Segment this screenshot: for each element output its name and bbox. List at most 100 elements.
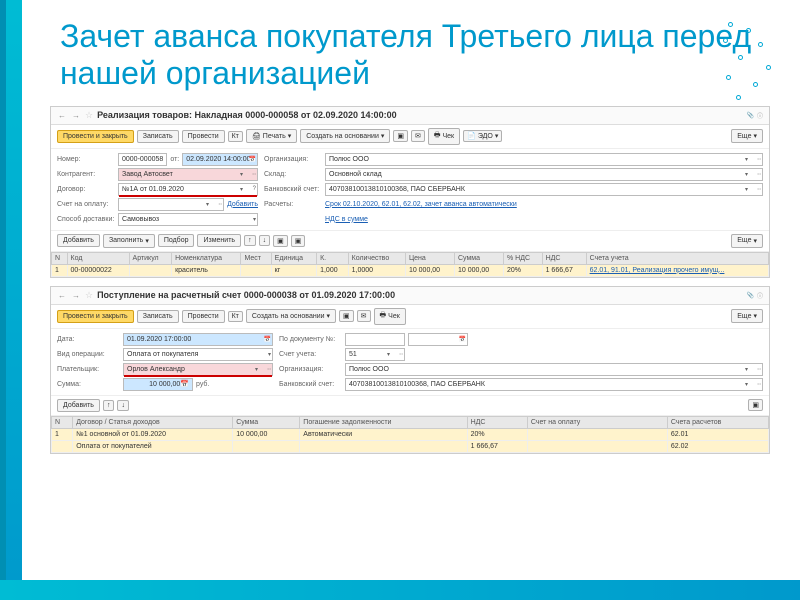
col-k[interactable]: К. [317,252,349,264]
date-input[interactable]: 02.09.2020 14:00:00📅 [182,153,258,166]
help-icon[interactable]: ⓘ [757,111,763,120]
col2-accounts[interactable]: Счета расчетов [667,416,768,428]
grid-down-button[interactable]: ↓ [259,235,271,246]
col-price[interactable]: Цена [405,252,454,264]
nav-fwd-icon-2[interactable]: → [71,290,81,300]
star-icon[interactable]: ☆ [85,110,93,121]
calendar-icon[interactable]: 📅 [249,156,256,163]
contragent-input[interactable]: Завод Автосвет▾⋅⋅ [118,168,258,181]
more-button[interactable]: Еще ▾ [731,129,763,143]
grid-up-button[interactable]: ↑ [244,235,256,246]
check-button-2[interactable]: 🖶 Чек [374,308,406,325]
email-button-2[interactable]: ✉ [357,310,371,322]
grid-add-button[interactable]: Добавить [57,234,100,247]
post-button[interactable]: Провести [182,130,225,143]
col-vat[interactable]: НДС [542,252,586,264]
col-sum[interactable]: Сумма [454,252,503,264]
cell-vat: 1 666,67 [542,264,586,276]
grid-up-button-2[interactable]: ↑ [103,400,115,411]
dt-kt-button-2[interactable]: Кт [228,311,243,322]
nav-back-icon[interactable]: ← [57,110,67,120]
check-label-2: Чек [388,313,400,320]
cell-acc[interactable]: 62.01, 91.01, Реализация прочего имущ... [590,267,725,274]
more-button-2[interactable]: Еще ▾ [731,309,763,323]
grid-add-button-2[interactable]: Добавить [57,399,100,412]
grid-extra-button[interactable]: ▣ [748,399,763,411]
contract-input[interactable]: №1А от 01.09.2020▾? [118,183,258,196]
docdate-input[interactable]: 📅 [408,333,468,346]
col-unit[interactable]: Единица [271,252,316,264]
number-input[interactable]: 0000-000058 [118,153,167,166]
add-invoice-link[interactable]: Добавить [227,201,258,208]
print-button[interactable]: 🖨 Печать ▾ [246,129,297,143]
table-row[interactable]: 1 00-00000022 краситель кг 1,000 1,0000 … [52,264,769,276]
bank-input[interactable]: 40703810013810100368, ПАО СБЕРБАНК▾⋅⋅ [325,183,763,196]
write-button[interactable]: Записать [137,130,179,143]
calendar-icon-2[interactable]: 📅 [264,336,271,343]
acc-input[interactable]: 51▾⋅⋅ [345,348,405,361]
col-code[interactable]: Код [67,252,129,264]
col2-sum[interactable]: Сумма [233,416,300,428]
lbl-org: Организация: [264,156,319,163]
warehouse-input[interactable]: Основной склад▾⋅⋅ [325,168,763,181]
table-row[interactable]: 1 №1 основной от 01.09.2020 10 000,00 Ав… [52,428,769,440]
delivery-input[interactable]: Самовывоз▾ [118,213,258,226]
email-button[interactable]: ✉ [411,130,425,142]
edo-button[interactable]: 📄 ЭДО ▾ [463,130,502,142]
col2-repay[interactable]: Погашение задолженности [300,416,467,428]
col2-invoice[interactable]: Счет на оплату [527,416,667,428]
delivery-value: Самовывоз [122,216,159,223]
table-row[interactable]: Оплата от покупателей 1 666,67 62.02 [52,440,769,452]
post-button-2[interactable]: Провести [182,310,225,323]
vat-link[interactable]: НДС в сумме [325,216,763,223]
org-input[interactable]: Полюс ООО▾⋅⋅ [325,153,763,166]
grid-change-button[interactable]: Изменить [197,234,241,247]
post-close-button[interactable]: Провести и закрыть [57,130,134,143]
grid-paste-button[interactable]: ▣ [291,235,306,247]
grid-pick-button[interactable]: Подбор [158,234,195,247]
org-input-2[interactable]: Полюс ООО▾⋅⋅ [345,363,763,376]
col-acc[interactable]: Счета учета [586,252,768,264]
slide-deco-bottom [0,580,800,600]
col-art[interactable]: Артикул [129,252,172,264]
grid-fill-button[interactable]: Заполнить ▾ [103,234,155,248]
col2-vat[interactable]: НДС [467,416,527,428]
col-place[interactable]: Мест [241,252,271,264]
bank-input-2[interactable]: 40703810013810100368, ПАО СБЕРБАНК▾⋅⋅ [345,378,763,391]
lbl-docnum: По документу №: [279,336,339,343]
nav-fwd-icon[interactable]: → [71,110,81,120]
col2-contract[interactable]: Договор / Статья доходов [73,416,233,428]
doc2-grid-toolbar: Добавить ↑ ↓ ▣ [51,395,769,416]
cell-k: 1,000 [317,264,349,276]
op-input[interactable]: Оплата от покупателя▾ [123,348,273,361]
attach-icon-2[interactable]: 📎 [747,292,754,299]
grid-more-button[interactable]: Еще ▾ [731,234,763,248]
grid-copy-button[interactable]: ▣ [273,235,288,247]
sum-input[interactable]: 10 000,00 📅 [123,378,193,391]
col-vatp[interactable]: % НДС [504,252,543,264]
calc-link[interactable]: Срок 02.10.2020, 62.01, 62.02, зачет ава… [325,201,763,208]
create-based-button[interactable]: Создать на основании ▾ [300,129,390,143]
extra-btn-2-1[interactable]: ▣ [339,310,354,322]
star-icon-2[interactable]: ☆ [85,290,93,301]
docnum-input[interactable] [345,333,405,346]
payer-input[interactable]: Орлов Александр▾⋅⋅ [123,363,273,376]
payer-value: Орлов Александр [127,366,185,373]
col-n[interactable]: N [52,252,68,264]
dt-kt-button[interactable]: Кт [228,131,243,142]
create-based-button-2[interactable]: Создать на основании ▾ [246,309,336,323]
cell2b-n [52,440,73,452]
date-input-2[interactable]: 01.09.2020 17:00:00📅 [123,333,273,346]
help-icon-2[interactable]: ⓘ [757,291,763,300]
nav-back-icon-2[interactable]: ← [57,290,67,300]
grid-down-button-2[interactable]: ↓ [117,400,129,411]
post-close-button-2[interactable]: Провести и закрыть [57,310,134,323]
col2-n[interactable]: N [52,416,73,428]
col-qty[interactable]: Количество [348,252,405,264]
extra-btn-1[interactable]: ▣ [393,130,408,142]
check-button[interactable]: 🖶 Чек [428,128,460,145]
attach-icon[interactable]: 📎 [747,112,754,119]
col-nom[interactable]: Номенклатура [172,252,241,264]
invoice-input[interactable]: ▾⋅⋅ [118,198,224,211]
write-button-2[interactable]: Записать [137,310,179,323]
